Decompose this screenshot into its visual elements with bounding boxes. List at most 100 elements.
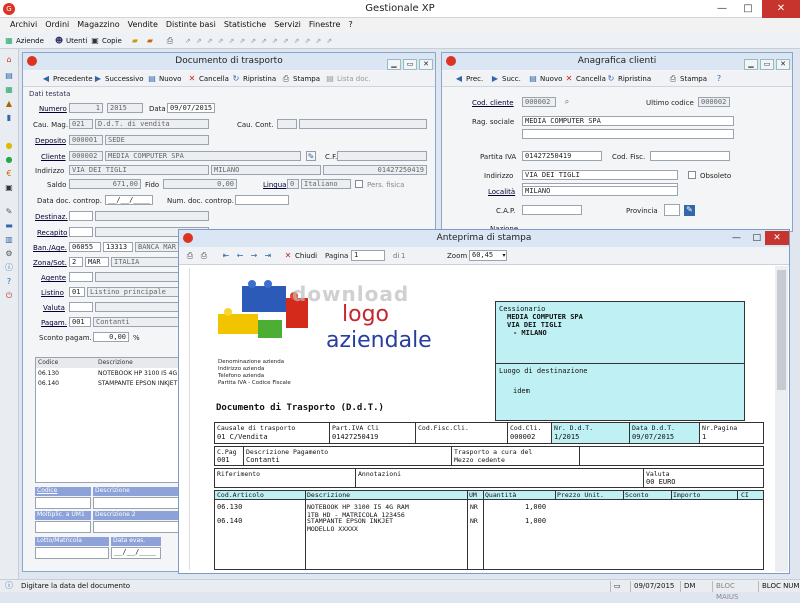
preview-close-icon[interactable]: ✕ — [765, 231, 789, 245]
recapito-code-field[interactable] — [69, 227, 93, 237]
listino-code-field[interactable]: 01 — [69, 287, 85, 297]
menu-help[interactable]: ? — [344, 18, 356, 32]
print-button[interactable]: ⎙ — [165, 35, 177, 47]
globe-icon[interactable]: ● — [4, 155, 14, 165]
euro-icon[interactable]: € — [4, 169, 14, 179]
cod-fisc-field[interactable] — [650, 151, 730, 161]
truck-icon[interactable]: ▬ — [4, 221, 14, 231]
last-page-button[interactable]: ⇥ — [263, 250, 275, 262]
utenti-button[interactable]: ☻ Utenti — [54, 35, 87, 47]
cliente-code-field[interactable]: 000002 — [69, 151, 103, 161]
warehouse-icon[interactable]: ▲ — [4, 99, 14, 109]
menu-distinte-basi[interactable]: Distinte basi — [162, 18, 220, 32]
valuta-label[interactable]: Valuta — [43, 304, 65, 312]
localita-label[interactable]: Località — [488, 188, 515, 196]
deposito-field[interactable]: SEDE — [105, 135, 209, 145]
successivo-button[interactable]: ▶ Successivo — [93, 73, 144, 85]
document-icon[interactable]: ▤ — [4, 71, 14, 81]
preview-maximize-icon[interactable]: □ — [752, 230, 761, 247]
preview-print-setup-button[interactable]: ⎙ — [199, 250, 211, 262]
cap-field[interactable] — [522, 205, 582, 215]
agente-code-field[interactable] — [69, 272, 93, 282]
precedente-button[interactable]: ◀ Precedente — [41, 73, 93, 85]
numero-field[interactable]: 1 — [69, 103, 103, 113]
window-minimize-icon[interactable]: ▁ — [387, 59, 401, 70]
zona-label[interactable]: Zona/Sot. — [33, 259, 67, 267]
lingua-label[interactable]: Lingua — [263, 181, 286, 189]
clienti-help-button[interactable]: ? — [714, 73, 726, 85]
pagam-field[interactable]: Contanti — [93, 317, 179, 327]
zona-field[interactable]: ITALIA — [111, 257, 179, 267]
preview-minimize-icon[interactable]: — — [732, 230, 741, 247]
lingua-code-field[interactable]: 0 — [287, 179, 299, 189]
localita-field[interactable]: MILANO — [522, 186, 678, 196]
home-icon[interactable]: ⌂ — [4, 55, 14, 65]
cf-field[interactable] — [337, 151, 427, 161]
chart-icon[interactable]: ▮ — [4, 113, 14, 123]
maximize-button[interactable]: □ — [736, 0, 760, 18]
provincia-field[interactable] — [664, 204, 680, 216]
banage-field[interactable]: BANCA MAR — [135, 242, 179, 252]
quick-actions-toolbar[interactable]: ⇗⇗⇗⇗⇗⇗⇗⇗⇗⇗⇗⇗⇗⇗ — [185, 35, 337, 47]
bottom-molt-field[interactable] — [35, 521, 91, 533]
agente-field[interactable] — [95, 272, 179, 282]
ripristina-button[interactable]: ↻ Ripristina — [231, 73, 277, 85]
calculator-icon[interactable]: ▣ — [4, 183, 14, 193]
listino-field[interactable]: Listino principale — [87, 287, 179, 297]
clienti-cancella-button[interactable]: ✕ Cancella — [564, 73, 606, 85]
menu-ordini[interactable]: Ordini — [41, 18, 73, 32]
num-doc-field[interactable] — [235, 195, 289, 205]
listino-label[interactable]: Listino — [41, 289, 64, 297]
zona-code-field[interactable]: 2 — [69, 257, 83, 267]
menu-archivi[interactable]: Archivi — [6, 18, 41, 32]
indirizzo-field[interactable]: VIA DEI TIGLI — [69, 165, 209, 175]
destinaz-code-field[interactable] — [69, 211, 93, 221]
edit-cliente-icon[interactable]: ✎ — [306, 151, 316, 161]
window-restore-icon[interactable]: ▭ — [403, 59, 417, 70]
stampa-button[interactable]: ⎙ Stampa — [281, 73, 320, 85]
banage-cab-field[interactable]: 13313 — [103, 242, 133, 252]
pagam-label[interactable]: Pagam. — [41, 319, 67, 327]
obsoleto-checkbox[interactable] — [688, 171, 696, 179]
lotto-field[interactable] — [35, 547, 109, 559]
exit-icon[interactable]: ⏻ — [4, 291, 14, 301]
destinaz-field[interactable] — [95, 211, 209, 221]
valuta-code-field[interactable] — [69, 302, 93, 312]
valuta-field[interactable] — [95, 302, 179, 312]
menu-finestre[interactable]: Finestre — [305, 18, 345, 32]
bottom-descrizione-field[interactable] — [93, 497, 179, 509]
aziende-button[interactable]: ▦ Aziende — [4, 35, 44, 47]
cod-cliente-label[interactable]: Cod. cliente — [472, 99, 514, 107]
list-icon[interactable]: ▦ — [4, 85, 14, 95]
lingua-field[interactable]: Italiano — [301, 179, 351, 189]
pagina-field[interactable]: 1 — [351, 250, 385, 261]
cau-cont-field[interactable] — [299, 119, 427, 129]
table-row[interactable]: 06.140 STAMPANTE EPSON INKJET — [36, 380, 178, 389]
cau-cont-code-field[interactable] — [277, 119, 297, 129]
cau-mag-code-field[interactable]: 021 — [69, 119, 93, 129]
cod-cliente-field[interactable]: 000002 — [522, 97, 556, 107]
window-close-icon[interactable]: ✕ — [776, 59, 790, 70]
succ-button[interactable]: ▶ Succ. — [490, 73, 521, 85]
cart-icon[interactable]: ▥ — [4, 235, 14, 245]
chevron-down-icon[interactable]: ▾ — [499, 251, 509, 261]
deposito-label[interactable]: Deposito — [35, 137, 66, 145]
anno-field[interactable]: 2015 — [107, 103, 143, 113]
info-icon[interactable]: ⓘ — [4, 263, 14, 273]
prec-button[interactable]: ◀ Prec. — [454, 73, 483, 85]
rag-sociale-field[interactable]: MEDIA COMPUTER SPA — [522, 116, 734, 126]
clienti-nuovo-button[interactable]: ▤ Nuovo — [528, 73, 562, 85]
help-icon[interactable]: ? — [4, 277, 14, 287]
clienti-stampa-button[interactable]: ⎙ Stampa — [668, 73, 707, 85]
save-button[interactable]: ▰ — [145, 35, 157, 47]
clienti-indirizzo-field[interactable]: VIA DEI TIGLI — [522, 170, 678, 180]
prev-page-button[interactable]: ← — [235, 250, 247, 262]
menu-magazzino[interactable]: Magazzino — [73, 18, 123, 32]
cliente-label[interactable]: Cliente — [41, 153, 66, 161]
scrollbar-thumb[interactable] — [777, 270, 786, 390]
agente-label[interactable]: Agente — [41, 274, 66, 282]
search-icon[interactable]: ⌕ — [562, 97, 572, 107]
bottom-codice-field[interactable] — [35, 497, 91, 509]
data-field[interactable]: 09/07/2015 — [167, 103, 215, 113]
zona-sub-field[interactable]: MAR — [85, 257, 109, 267]
